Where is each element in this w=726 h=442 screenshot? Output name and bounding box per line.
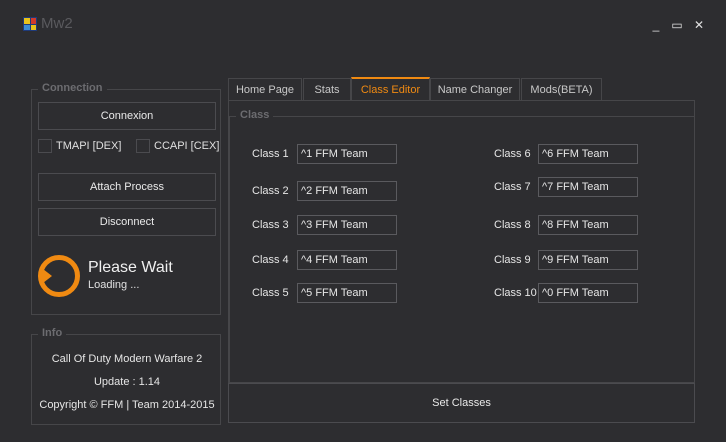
ccapi-label: CCAPI [CEX] (154, 140, 220, 152)
minimize-button[interactable]: _ (647, 16, 665, 34)
class-2-input[interactable] (297, 181, 397, 201)
class-6-label: Class 6 (494, 148, 531, 160)
update-text: Update : 1.14 (93, 376, 161, 388)
tab-home-page[interactable]: Home Page (228, 78, 302, 100)
class-1-input[interactable] (297, 144, 397, 164)
class-9-input[interactable] (538, 250, 638, 270)
info-group-title: Info (38, 327, 67, 339)
tmapi-checkbox-box[interactable] (38, 139, 52, 153)
copyright-text: Copyright © FFM | Team 2014-2015 (39, 399, 215, 411)
class-4-label: Class 4 (252, 254, 289, 266)
class-2-label: Class 2 (252, 185, 289, 197)
class-8-input[interactable] (538, 215, 638, 235)
class-5-input[interactable] (297, 283, 397, 303)
maximize-button[interactable]: ▭ (668, 16, 686, 34)
connection-group-title: Connection (38, 82, 107, 94)
class-4-input[interactable] (297, 250, 397, 270)
tab-stats[interactable]: Stats (303, 78, 351, 100)
connexion-button[interactable]: Connexion (38, 102, 216, 130)
class-10-input[interactable] (538, 283, 638, 303)
class-6-input[interactable] (538, 144, 638, 164)
tab-class-editor[interactable]: Class Editor (351, 77, 430, 100)
class-3-label: Class 3 (252, 219, 289, 231)
window-title: Mw2 (41, 15, 73, 32)
set-classes-button[interactable]: Set Classes (228, 383, 695, 423)
class-9-label: Class 9 (494, 254, 531, 266)
attach-process-button[interactable]: Attach Process (38, 173, 216, 201)
class-1-label: Class 1 (252, 148, 289, 160)
class-7-label: Class 7 (494, 181, 531, 193)
close-button[interactable]: ✕ (690, 16, 708, 34)
loading-spinner-notch (43, 269, 52, 283)
class-7-input[interactable] (538, 177, 638, 197)
title-bar: Mw2 _ ▭ ✕ (0, 0, 726, 56)
class-group-title: Class (236, 109, 274, 121)
status-subtitle: Loading ... (88, 279, 140, 291)
tab-name-changer[interactable]: Name Changer (430, 78, 520, 100)
tmapi-checkbox[interactable]: TMAPI [DEX] (38, 139, 121, 153)
disconnect-button[interactable]: Disconnect (38, 208, 216, 236)
class-10-label: Class 10 (494, 287, 537, 299)
app-icon (23, 17, 37, 31)
class-8-label: Class 8 (494, 219, 531, 231)
status-title: Please Wait (88, 259, 173, 276)
class-5-label: Class 5 (252, 287, 289, 299)
tmapi-label: TMAPI [DEX] (56, 140, 122, 152)
ccapi-checkbox[interactable]: CCAPI [CEX] (136, 139, 219, 153)
class-3-input[interactable] (297, 215, 397, 235)
ccapi-checkbox-box[interactable] (136, 139, 150, 153)
tab-mods-beta[interactable]: Mods(BETA) (521, 78, 602, 100)
game-title-text: Call Of Duty Modern Warfare 2 (51, 353, 203, 365)
